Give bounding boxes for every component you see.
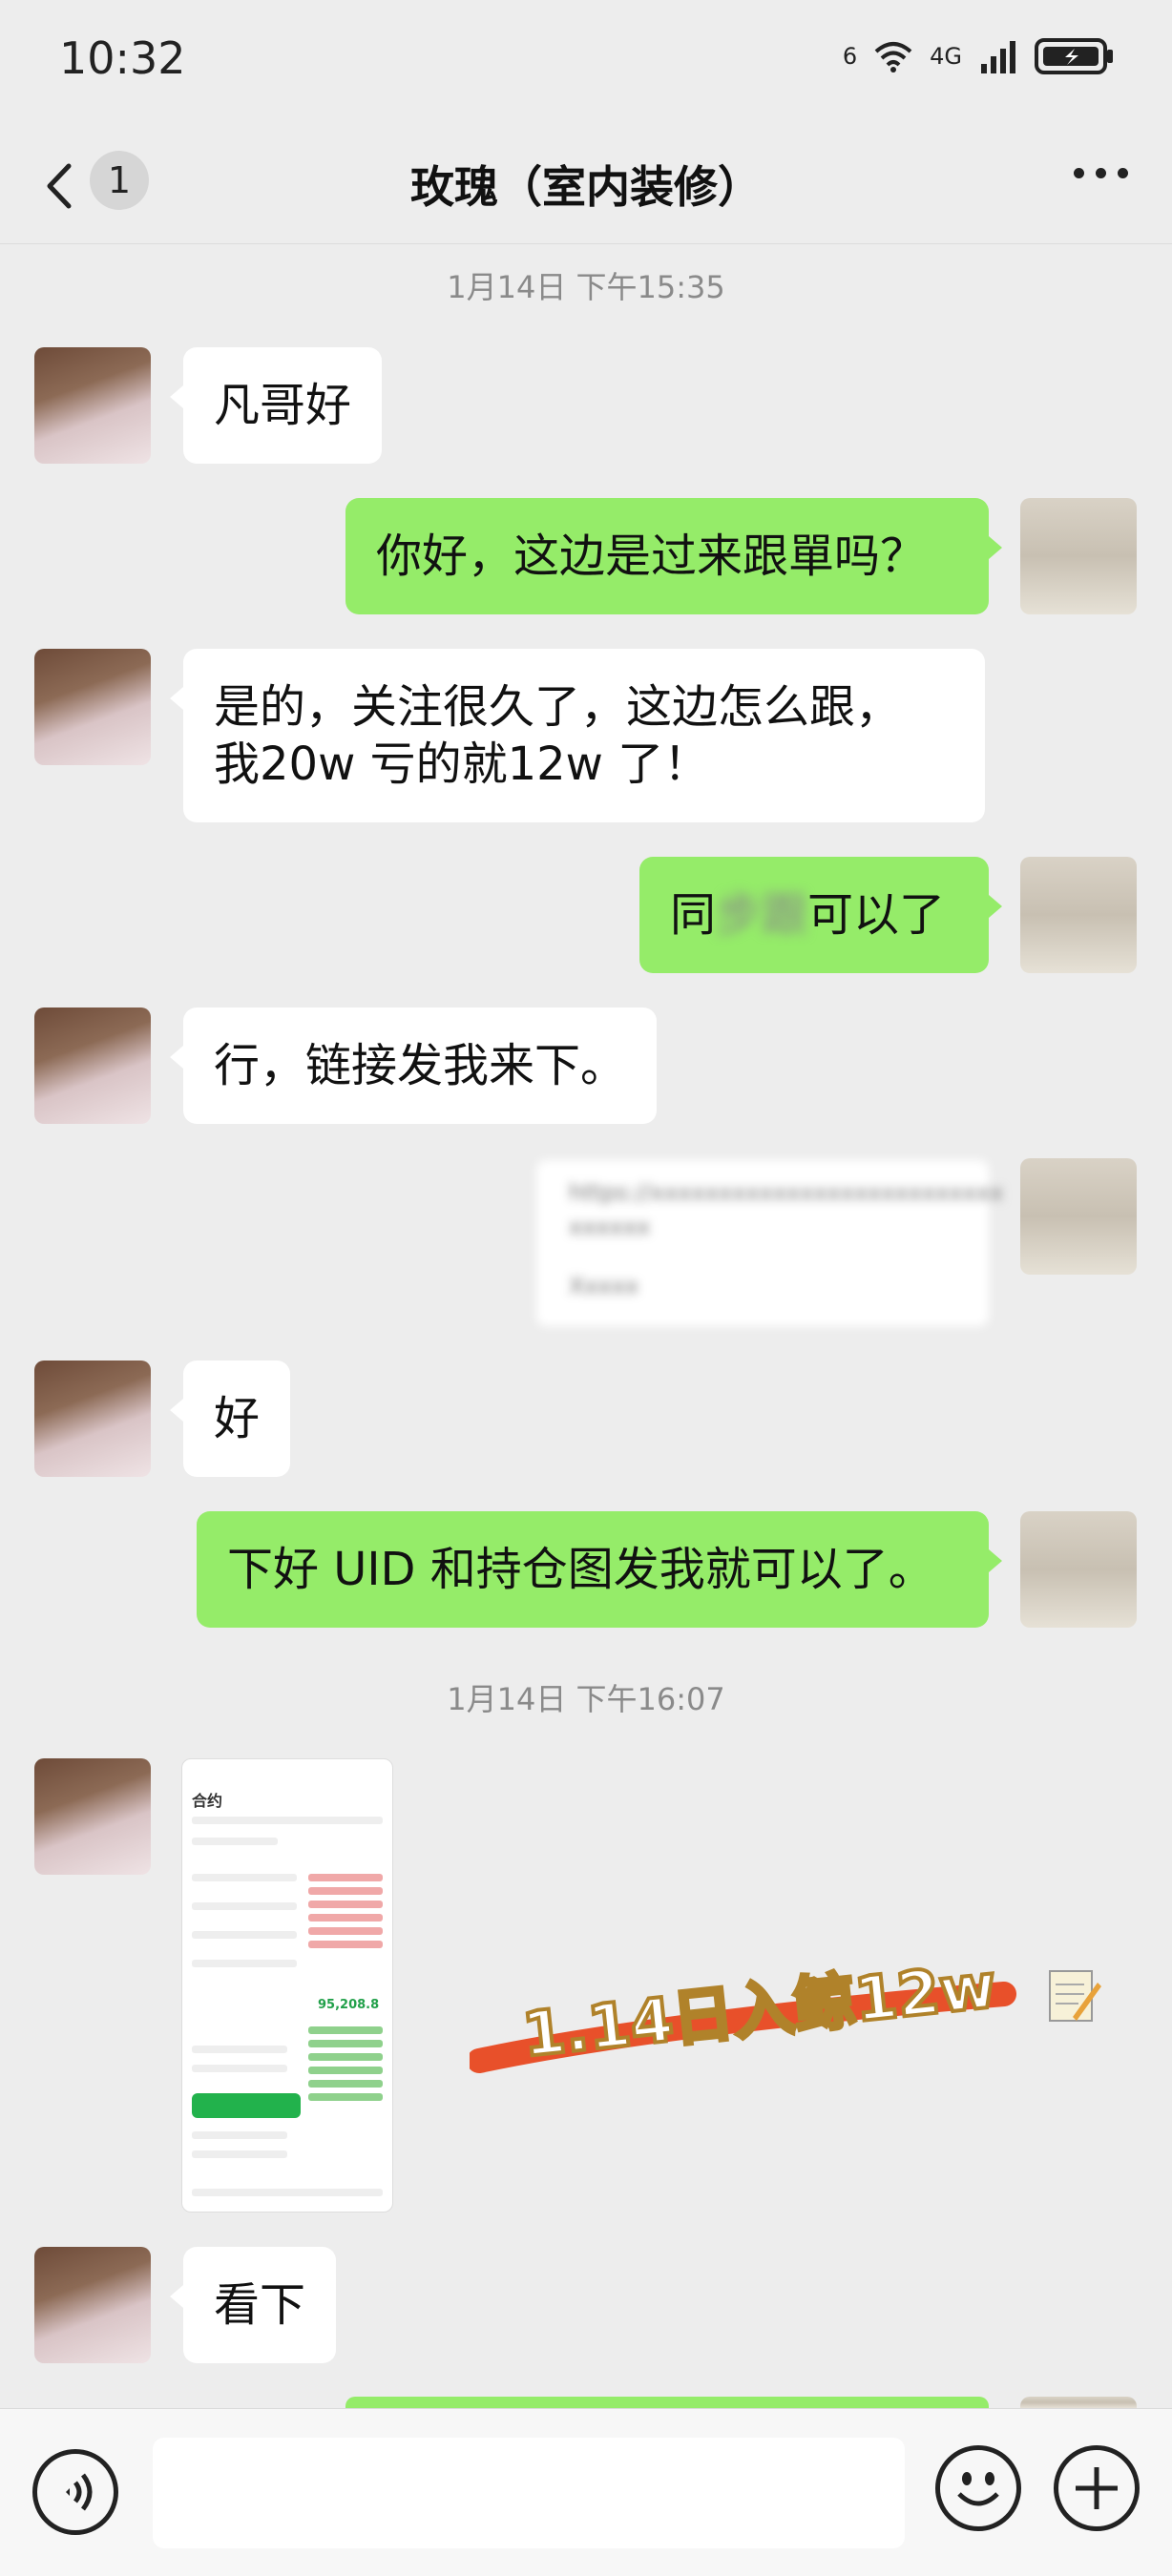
input-bar bbox=[0, 2408, 1172, 2576]
message-bubble-received[interactable]: 行，链接发我来下。 bbox=[169, 1008, 658, 1124]
blurred-text: 步跟 bbox=[716, 888, 808, 942]
wifi-icon bbox=[874, 42, 912, 73]
message-bubble-received[interactable]: 看下 bbox=[169, 2247, 337, 2363]
message-bubble-sent[interactable] bbox=[345, 2397, 1002, 2458]
message-text: 是的，关注很久了，这边怎么跟， bbox=[214, 680, 902, 734]
network-label: 4G bbox=[930, 43, 962, 70]
message-bubble-sent[interactable]: 下好 UID 和持仓图发我就可以了。 bbox=[197, 1511, 1002, 1628]
link-source: Xxxxx bbox=[569, 1273, 639, 1299]
message-bubble-received[interactable]: 好 bbox=[169, 1361, 291, 1477]
avatar[interactable] bbox=[1020, 2397, 1137, 2408]
avatar[interactable] bbox=[34, 2247, 151, 2363]
chat-title: 玫瑰（室内装修） bbox=[410, 161, 762, 213]
screenshot-price: 95,208.8 bbox=[318, 1998, 380, 2012]
message-text: 好 bbox=[214, 1392, 261, 1445]
link-url: xxxxxx bbox=[569, 1214, 651, 1240]
message-text: 下好 UID 和持仓图发我就可以了。 bbox=[227, 1543, 934, 1596]
signal-icon bbox=[981, 41, 1015, 73]
avatar[interactable] bbox=[34, 1361, 151, 1477]
message-bubble-received[interactable]: 凡哥好 bbox=[169, 347, 383, 464]
message-input[interactable] bbox=[153, 2438, 905, 2548]
timestamp: 1月14日 下午16:07 bbox=[447, 1681, 725, 1717]
battery-icon bbox=[1035, 38, 1113, 74]
message-text: 我20w 亏的就12w 了！ bbox=[214, 737, 710, 791]
timestamp: 1月14日 下午15:35 bbox=[447, 269, 725, 305]
message-text: 行，链接发我来下。 bbox=[214, 1039, 627, 1092]
link-url: https://xxxxxxxxxxxxxxxxxxxxxxxxxx bbox=[569, 1179, 1004, 1206]
voice-icon[interactable] bbox=[32, 2449, 118, 2535]
avatar[interactable] bbox=[34, 1758, 151, 1875]
sim-label: 6 bbox=[842, 43, 858, 70]
more-dots-icon[interactable] bbox=[1074, 168, 1128, 178]
unread-badge: 1 bbox=[90, 151, 149, 210]
link-card[interactable]: https://xxxxxxxxxxxxxxxxxxxxxxxxxx xxxxx… bbox=[536, 1160, 1003, 1326]
message-text: 你好，这边是过来跟單吗？ bbox=[376, 530, 927, 583]
status-bar: 10:32 6 4G bbox=[0, 0, 1172, 114]
avatar[interactable] bbox=[34, 1008, 151, 1124]
memo-icon bbox=[1049, 1970, 1101, 2022]
message-text: 同 bbox=[670, 888, 717, 942]
message-text: 看下 bbox=[214, 2278, 306, 2332]
message-bubble-sent[interactable]: 同 步跟 可以了 bbox=[639, 857, 1002, 973]
avatar[interactable] bbox=[1020, 1158, 1137, 1275]
status-time: 10:32 bbox=[59, 32, 186, 84]
avatar[interactable] bbox=[34, 347, 151, 464]
status-icons: 6 4G bbox=[843, 32, 1115, 80]
message-bubble-sent[interactable]: 你好，这边是过来跟單吗？ bbox=[345, 498, 1002, 614]
avatar[interactable] bbox=[1020, 1511, 1137, 1628]
avatar[interactable] bbox=[34, 649, 151, 765]
message-text: 凡哥好 bbox=[214, 379, 352, 432]
avatar[interactable] bbox=[1020, 857, 1137, 973]
avatar[interactable] bbox=[1020, 498, 1137, 614]
message-text: 可以了 bbox=[807, 888, 946, 942]
plus-icon[interactable] bbox=[1054, 2445, 1140, 2531]
emoji-icon[interactable] bbox=[935, 2445, 1021, 2531]
screenshot-tab: 合约 bbox=[192, 1792, 223, 1810]
chat-header: 玫瑰（室内装修） bbox=[0, 134, 1172, 244]
trading-screenshot-image[interactable]: 合约 95,208.8 bbox=[181, 1758, 393, 2212]
message-bubble-received[interactable]: 是的，关注很久了，这边怎么跟， 我20w 亏的就12w 了！ bbox=[170, 649, 985, 822]
